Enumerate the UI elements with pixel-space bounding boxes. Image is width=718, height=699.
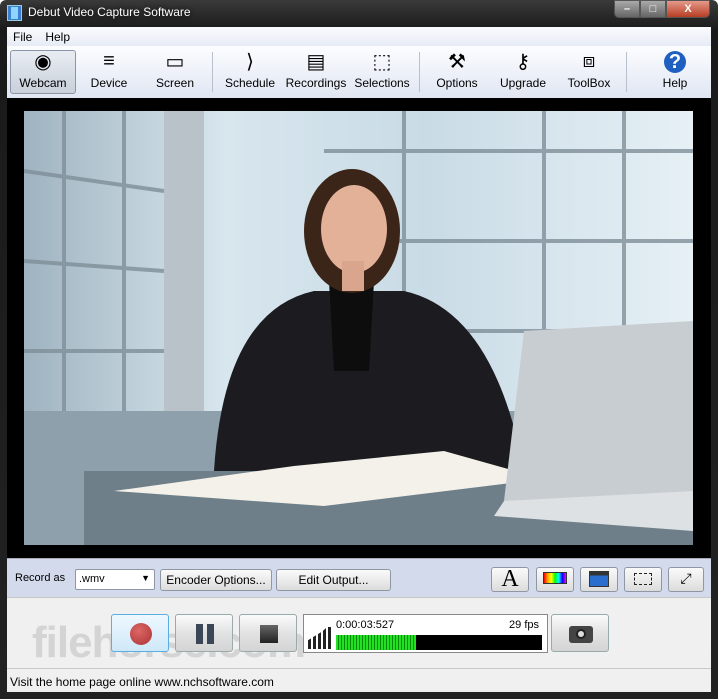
window-title: Debut Video Capture Software: [28, 5, 191, 19]
selection-crop-button[interactable]: [624, 567, 662, 592]
app-window: Debut Video Capture Software – □ X File …: [0, 0, 718, 699]
options-tools-icon: ⚒: [448, 50, 466, 73]
toolbar-label: Screen: [155, 76, 195, 90]
recordings-icon: ▤: [306, 50, 326, 73]
record-icon: [130, 623, 152, 645]
format-value: .wmv: [79, 573, 105, 585]
toolbar-label: Webcam: [19, 76, 67, 90]
recording-status-display: 0:00:03:527 29 fps: [303, 614, 548, 653]
level-meter: [336, 635, 542, 650]
status-bar: Visit the home page online www.nchsoftwa…: [7, 668, 711, 692]
toolbar-label: Help: [662, 76, 688, 90]
toolbox-icon: ⧈: [582, 50, 596, 72]
schedule-icon: ⟩: [246, 50, 254, 73]
toolbar: ◉ Webcam ≡ Device ▭ Screen ⟩ Schedule ▤ Recording…: [7, 46, 711, 98]
format-select[interactable]: .wmv ▼: [75, 569, 155, 590]
menu-help[interactable]: Help: [45, 30, 70, 44]
status-text: Visit the home page online www.nchsoftwa…: [10, 675, 274, 689]
chevron-down-icon: ▼: [141, 573, 150, 583]
fullscreen-button[interactable]: ⤢: [668, 567, 704, 592]
maximize-button[interactable]: □: [640, 0, 666, 18]
toolbar-options-button[interactable]: ⚒ Options: [424, 50, 490, 94]
toolbar-label: Schedule: [224, 76, 276, 90]
close-button[interactable]: X: [666, 0, 710, 18]
encoder-options-button[interactable]: Encoder Options...: [160, 569, 272, 591]
edit-output-button[interactable]: Edit Output...: [276, 569, 391, 591]
minimize-button[interactable]: –: [614, 0, 640, 18]
webcam-icon: ◉: [34, 50, 52, 73]
record-options-panel: Record as .wmv ▼ Encoder Options... Edit…: [7, 558, 711, 597]
pause-button[interactable]: [175, 614, 233, 652]
color-adjust-button[interactable]: [536, 567, 574, 592]
video-effects-button[interactable]: [580, 567, 618, 592]
toolbar-upgrade-button[interactable]: ⚷ Upgrade: [490, 50, 556, 94]
snapshot-button[interactable]: [551, 614, 609, 652]
fps-readout: 29 fps: [509, 619, 539, 631]
toolbar-label: Selections: [354, 76, 410, 90]
pause-icon: [196, 624, 214, 644]
selection-crop-icon: [634, 573, 652, 585]
color-adjust-icon: [543, 572, 567, 584]
toolbar-toolbox-button[interactable]: ⧈ ToolBox: [556, 50, 622, 94]
record-as-label: Record as: [15, 572, 66, 584]
camera-icon: [569, 626, 593, 643]
elapsed-time: 0:00:03:527: [336, 619, 395, 631]
title-bar: Debut Video Capture Software – □ X: [0, 0, 718, 27]
stop-button[interactable]: [239, 614, 297, 652]
capture-controls: filehorse.com 0:00:03:527 29 fps: [7, 597, 711, 668]
stop-icon: [260, 625, 278, 643]
toolbar-separator: [212, 52, 213, 92]
selection-icon: ⬚: [372, 50, 392, 73]
toolbar-schedule-button[interactable]: ⟩ Schedule: [217, 50, 283, 94]
screen-icon: ▭: [165, 50, 185, 73]
toolbar-separator: [626, 52, 627, 92]
toolbar-separator: [419, 52, 420, 92]
toolbar-label: Device: [90, 76, 128, 90]
level-meter-fill: [336, 635, 417, 650]
device-cables-icon: ≡: [103, 50, 115, 72]
video-preview: [7, 98, 711, 558]
toolbar-help-button[interactable]: ? Help: [642, 50, 708, 94]
toolbar-label: Options: [436, 76, 478, 90]
toolbar-recordings-button[interactable]: ▤ Recordings: [283, 50, 349, 94]
fullscreen-icon: ⤢: [680, 570, 692, 586]
text-overlay-icon: A: [501, 566, 519, 592]
webcam-preview-image: [24, 111, 693, 545]
menu-file[interactable]: File: [13, 30, 32, 44]
audio-level-icon: [308, 627, 332, 649]
help-icon: ?: [664, 51, 686, 73]
toolbar-label: ToolBox: [567, 76, 611, 90]
toolbar-webcam-button[interactable]: ◉ Webcam: [10, 50, 76, 94]
app-film-icon: [7, 5, 22, 21]
video-effects-icon: [589, 571, 609, 587]
toolbar-selections-button[interactable]: ⬚ Selections: [349, 50, 415, 94]
text-overlay-button[interactable]: A: [491, 567, 529, 592]
toolbar-label: Recordings: [285, 76, 347, 90]
toolbar-device-button[interactable]: ≡ Device: [76, 50, 142, 94]
toolbar-screen-button[interactable]: ▭ Screen: [142, 50, 208, 94]
upgrade-key-icon: ⚷: [515, 50, 531, 73]
record-button[interactable]: [111, 614, 169, 652]
menu-bar: File Help: [7, 27, 711, 46]
toolbar-label: Upgrade: [499, 76, 547, 90]
